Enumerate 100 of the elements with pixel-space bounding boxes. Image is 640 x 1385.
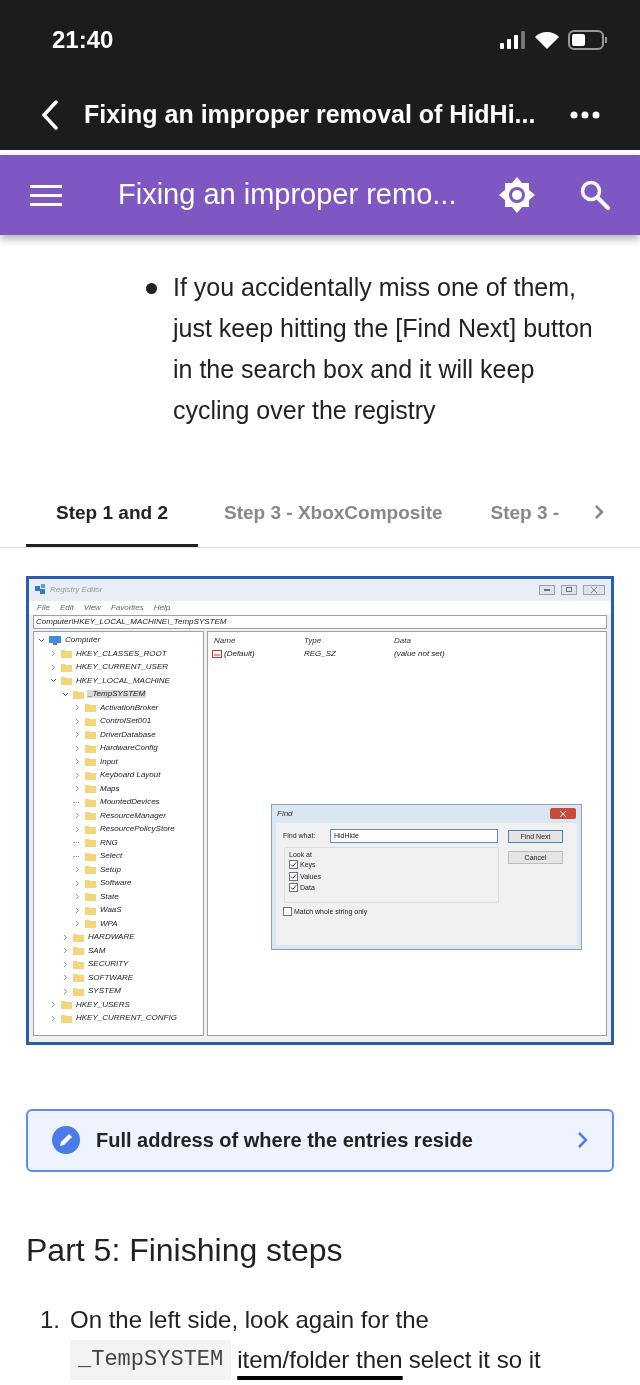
tree-item[interactable]: ResourcePolicyStore bbox=[99, 825, 176, 834]
menu-item[interactable]: View bbox=[83, 603, 101, 612]
wifi-icon bbox=[534, 30, 560, 50]
collapsed-chevron-icon[interactable] bbox=[73, 892, 82, 902]
tree-item[interactable]: Input bbox=[99, 757, 119, 766]
tab[interactable]: Step 3 - bbox=[490, 499, 560, 547]
column-header[interactable]: Type bbox=[304, 636, 394, 645]
collapsed-chevron-icon[interactable] bbox=[73, 770, 82, 780]
callout-link[interactable]: Full address of where the entries reside bbox=[26, 1108, 614, 1172]
collapsed-chevron-icon[interactable] bbox=[73, 878, 82, 888]
folder-icon bbox=[85, 797, 96, 807]
more-icon[interactable] bbox=[570, 111, 600, 119]
tree-item[interactable]: WPA bbox=[99, 919, 119, 928]
tab[interactable]: Step 1 and 2 bbox=[26, 499, 198, 547]
checkbox[interactable] bbox=[289, 883, 298, 892]
folder-icon bbox=[85, 811, 96, 821]
tree-item[interactable]: Computer bbox=[64, 636, 102, 645]
collapsed-chevron-icon[interactable] bbox=[73, 703, 82, 713]
tree-item[interactable]: HARDWARE bbox=[87, 933, 136, 942]
tree-item[interactable]: Maps bbox=[99, 784, 121, 793]
computer-icon bbox=[49, 635, 61, 645]
table-cell: (Default) bbox=[224, 649, 255, 658]
tree-item[interactable]: Select bbox=[99, 852, 124, 861]
brightness-icon[interactable] bbox=[498, 176, 536, 214]
folder-icon bbox=[85, 743, 96, 753]
tab[interactable]: Step 3 - XboxComposite bbox=[224, 499, 443, 547]
checkbox[interactable] bbox=[289, 860, 298, 869]
checkbox[interactable] bbox=[289, 871, 298, 881]
close-button[interactable] bbox=[583, 584, 605, 595]
column-header[interactable]: Name bbox=[214, 636, 304, 645]
tree-item[interactable]: SOFTWARE bbox=[87, 973, 135, 982]
collapsed-chevron-icon[interactable] bbox=[73, 824, 82, 834]
tree-item[interactable]: RNG bbox=[99, 838, 119, 847]
collapsed-chevron-icon[interactable] bbox=[73, 730, 82, 740]
folder-icon bbox=[85, 770, 96, 780]
folder-icon bbox=[85, 784, 96, 794]
tree-item[interactable]: ControlSet001 bbox=[99, 717, 153, 726]
maximize-button[interactable] bbox=[561, 584, 577, 595]
folder-icon bbox=[61, 662, 72, 672]
menu-item[interactable]: File bbox=[37, 603, 50, 612]
back-icon[interactable] bbox=[40, 100, 60, 130]
collapsed-chevron-icon[interactable] bbox=[73, 784, 82, 794]
collapsed-chevron-icon[interactable] bbox=[49, 649, 58, 659]
collapsed-chevron-icon[interactable] bbox=[73, 716, 82, 726]
close-button[interactable] bbox=[550, 808, 576, 819]
tree-item[interactable]: MountedDevices bbox=[99, 798, 161, 807]
minimize-button[interactable] bbox=[539, 584, 555, 595]
tree-item[interactable]: DriverDatabase bbox=[99, 730, 157, 739]
tree-item[interactable]: HKEY_CURRENT_USER bbox=[75, 663, 170, 672]
search-icon[interactable] bbox=[580, 180, 610, 210]
tree-item[interactable]: HKEY_USERS bbox=[75, 1000, 131, 1009]
collapsed-chevron-icon[interactable] bbox=[61, 932, 70, 942]
section-heading: Part 5: Finishing steps bbox=[25, 1230, 344, 1270]
tree-item[interactable]: HardwareConfig bbox=[99, 744, 159, 753]
table-cell: (value not set) bbox=[394, 649, 445, 658]
collapsed-chevron-icon[interactable] bbox=[61, 946, 70, 956]
collapsed-chevron-icon[interactable] bbox=[73, 905, 82, 915]
pencil-icon bbox=[52, 1126, 80, 1154]
folder-icon bbox=[73, 986, 84, 996]
collapsed-chevron-icon[interactable] bbox=[73, 811, 82, 821]
status-time: 21:40 bbox=[52, 25, 114, 55]
folder-icon bbox=[85, 905, 96, 915]
collapsed-chevron-icon[interactable] bbox=[49, 662, 58, 672]
collapsed-chevron-icon[interactable] bbox=[73, 743, 82, 753]
folder-icon bbox=[73, 973, 84, 983]
tree-item[interactable]: Software bbox=[99, 879, 133, 888]
tree-item[interactable]: WaaS bbox=[99, 906, 123, 915]
menu-icon[interactable] bbox=[30, 183, 62, 207]
folder-icon bbox=[73, 689, 84, 699]
collapsed-chevron-icon[interactable] bbox=[61, 986, 70, 996]
folder-icon bbox=[85, 716, 96, 726]
collapsed-chevron-icon[interactable] bbox=[61, 973, 70, 983]
tree-item[interactable]: _TempSYSTEM bbox=[87, 690, 147, 699]
menu-item[interactable]: Edit bbox=[59, 603, 74, 612]
tree-item[interactable]: ResourceManager bbox=[99, 811, 167, 820]
column-header[interactable]: Data bbox=[394, 636, 514, 645]
tree-item[interactable]: ActivationBroker bbox=[99, 703, 160, 712]
tree-item[interactable]: SECURITY bbox=[87, 960, 130, 969]
tree-item[interactable]: Keyboard Layout bbox=[99, 771, 162, 780]
close-icon bbox=[560, 810, 566, 817]
collapsed-chevron-icon[interactable] bbox=[73, 919, 82, 929]
tree-item[interactable]: SYSTEM bbox=[87, 987, 122, 996]
tree-item[interactable]: SAM bbox=[87, 946, 107, 955]
collapsed-chevron-icon[interactable] bbox=[49, 1000, 58, 1010]
collapsed-chevron-icon[interactable] bbox=[49, 1013, 58, 1023]
collapsed-chevron-icon[interactable] bbox=[73, 865, 82, 875]
checkbox[interactable] bbox=[283, 906, 292, 916]
tree-item[interactable]: HKEY_CURRENT_CONFIG bbox=[75, 1014, 178, 1023]
bullet-text: If you accidentally miss one of them, just keep hitting the [Find Next] button in the search box and it will keep cycling over the registry bbox=[173, 272, 594, 426]
collapsed-chevron-icon[interactable] bbox=[73, 757, 82, 767]
table-cell: REG_SZ bbox=[304, 649, 336, 658]
tree-item[interactable]: HKEY_LOCAL_MACHINE bbox=[75, 676, 171, 685]
tree-item[interactable]: HKEY_CLASSES_ROOT bbox=[75, 649, 168, 658]
tree-item[interactable]: Setup bbox=[99, 865, 122, 874]
menu-item[interactable]: Help bbox=[153, 603, 171, 612]
tree-item[interactable]: State bbox=[99, 892, 120, 901]
collapsed-chevron-icon[interactable] bbox=[61, 959, 70, 969]
folder-icon bbox=[73, 959, 84, 969]
menu-item[interactable]: Favorites bbox=[110, 603, 144, 612]
folder-icon bbox=[85, 892, 96, 902]
